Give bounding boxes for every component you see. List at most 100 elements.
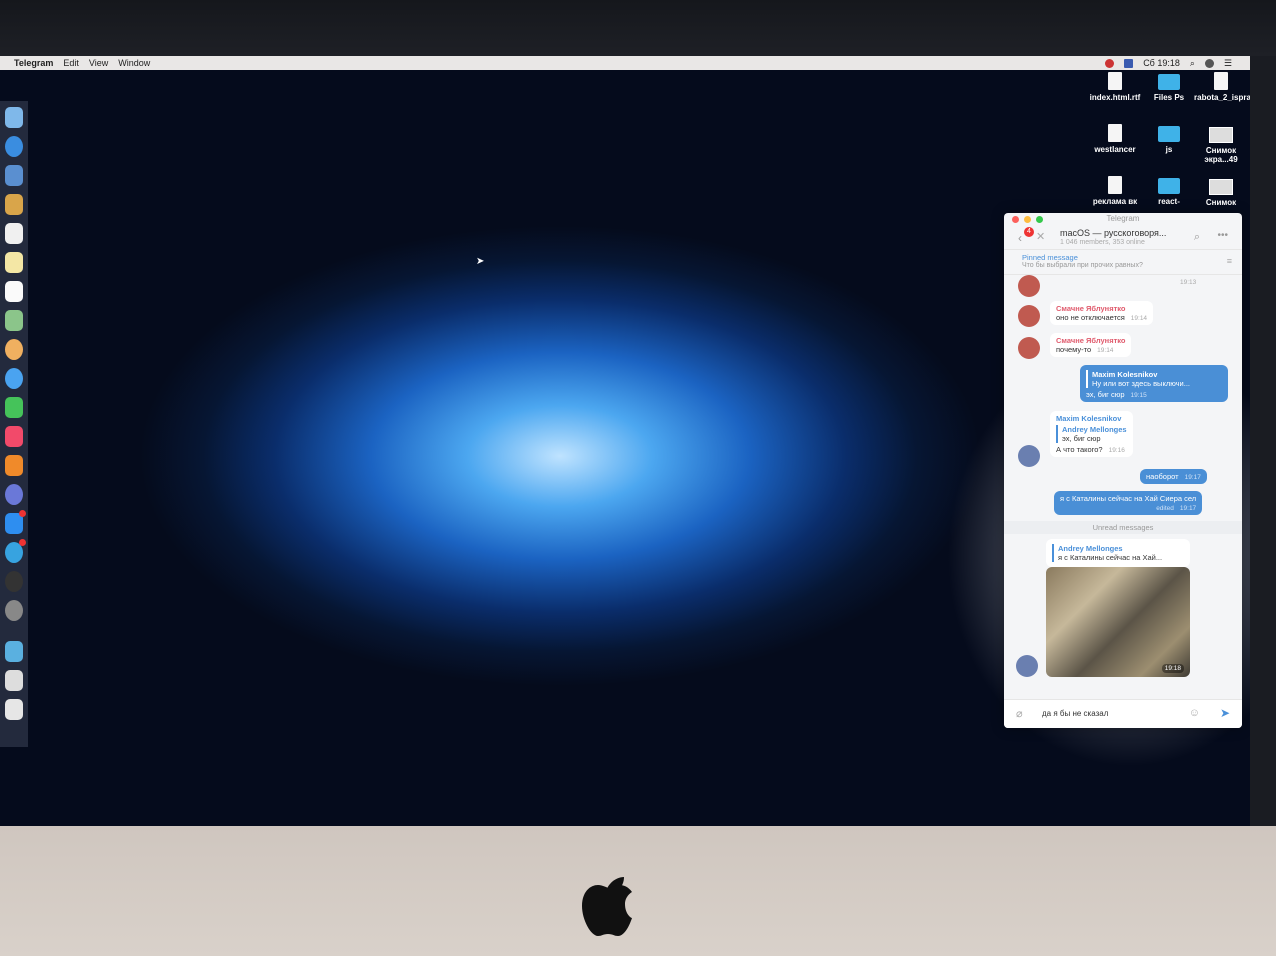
pinned-list-icon[interactable]: ≡ — [1227, 256, 1232, 266]
message-bubble[interactable]: Смачне Яблунятко почему-то 19:14 — [1050, 333, 1132, 357]
desktop-icon-reklama[interactable]: реклама вк — [1088, 176, 1142, 206]
clock[interactable]: Сб 19:18 — [1143, 58, 1180, 68]
screenshot-thumbnail-icon — [1209, 179, 1233, 195]
telegram-icon[interactable] — [5, 539, 26, 563]
spotlight-icon[interactable]: ⌕ — [1190, 58, 1195, 69]
avatar[interactable] — [1016, 655, 1038, 677]
facetime-icon[interactable] — [5, 397, 23, 418]
telegram-badge — [19, 539, 26, 546]
send-icon[interactable]: ➤ — [1220, 706, 1230, 720]
desktop-icon-react[interactable]: react- — [1142, 176, 1196, 206]
desktop-icon-westlancer[interactable]: westlancer — [1088, 124, 1142, 154]
finder-icon[interactable] — [5, 107, 23, 128]
chat-header: ‹ 4 ✕ macOS — русскоговоря... 1 046 memb… — [1004, 225, 1242, 250]
notification-center-icon[interactable]: ☰ — [1224, 58, 1232, 69]
books-icon[interactable] — [5, 455, 23, 476]
desktop-icon-label: rabota_2_ispravl...pg — [1194, 93, 1250, 102]
menu-app-name[interactable]: Telegram — [14, 58, 53, 68]
window-title: Telegram — [1106, 214, 1140, 223]
message-time: 19:17 — [1184, 474, 1201, 481]
avatar[interactable] — [1018, 275, 1040, 297]
quote-name: Andrey Mellonges — [1062, 425, 1127, 434]
more-options-icon[interactable]: ••• — [1217, 230, 1228, 241]
system-preferences-icon[interactable] — [5, 600, 23, 621]
desktop-icon-files-ps[interactable]: Files Ps — [1142, 72, 1196, 102]
input-source-icon[interactable] — [1124, 58, 1134, 68]
photo-message[interactable]: 19:18 — [1046, 567, 1190, 677]
menu-window[interactable]: Window — [118, 58, 150, 68]
message-input[interactable]: да я бы не сказал — [1042, 709, 1108, 718]
close-window-button[interactable] — [1012, 216, 1019, 223]
reply-quote[interactable]: Maxim Kolesnikov Ну или вот здесь выключ… — [1086, 370, 1222, 388]
close-icon[interactable]: ✕ — [1036, 230, 1045, 243]
discord-icon[interactable] — [5, 484, 23, 505]
desktop-icon-screenshot-1[interactable]: Снимок экра...49 — [1194, 124, 1248, 164]
desktop-icon-label: Files Ps — [1153, 93, 1185, 102]
status-icon[interactable] — [1105, 58, 1115, 68]
desktop-screen: Telegram Edit View Window Сб 19:18 ⌕ ☰ i… — [0, 56, 1250, 826]
avatar[interactable] — [1018, 445, 1040, 467]
calendar-icon[interactable] — [5, 223, 23, 244]
desktop-icon-js[interactable]: js — [1142, 124, 1196, 154]
monitor-bezel-top — [0, 0, 1276, 56]
folder-icon — [1158, 178, 1180, 194]
preview-icon[interactable] — [5, 165, 23, 186]
unread-count-badge: 4 — [1024, 227, 1034, 237]
search-icon[interactable]: ⌕ — [1194, 231, 1200, 244]
message-bubble-outgoing[interactable]: наоборот 19:17 — [1140, 469, 1207, 484]
maps-icon[interactable] — [5, 310, 23, 331]
message-bubble[interactable]: Maxim Kolesnikov Andrey Mellonges эх, би… — [1050, 411, 1133, 457]
message-bubble-outgoing[interactable]: Maxim Kolesnikov Ну или вот здесь выключ… — [1080, 365, 1228, 402]
message-bubble[interactable]: Andrey Mellonges я с Каталины сейчас на … — [1046, 539, 1190, 567]
app-store-badge — [19, 510, 26, 517]
reply-quote[interactable]: Andrey Mellonges эх, биг сюр — [1056, 425, 1127, 443]
attach-icon[interactable]: ⌀ — [1016, 707, 1023, 720]
message-bubble[interactable]: 19:13 — [1174, 277, 1196, 286]
menu-edit[interactable]: Edit — [63, 58, 79, 68]
quote-text: я с Каталины сейчас на Хай... — [1058, 553, 1163, 562]
notes-icon[interactable] — [5, 252, 23, 273]
folder-icon[interactable] — [5, 194, 23, 215]
chat-title[interactable]: macOS — русскоговоря... — [1060, 228, 1166, 238]
siri-icon[interactable] — [1204, 58, 1214, 68]
quote-text: эх, биг сюр — [1062, 434, 1101, 443]
compass-icon[interactable] — [5, 571, 23, 592]
sender-name: Смачне Яблунятко — [1056, 336, 1126, 345]
message-bubble[interactable]: Смачне Яблунятко оно не отключается 19:14 — [1050, 301, 1154, 325]
reply-quote[interactable]: Andrey Mellonges я с Каталины сейчас на … — [1052, 544, 1184, 562]
emoji-icon[interactable]: ☺ — [1189, 707, 1200, 719]
app-store-icon[interactable] — [5, 510, 26, 534]
messages-icon[interactable] — [5, 368, 23, 389]
message-bubble-outgoing[interactable]: я с Каталины сейчас на Хай Сиерa сел edi… — [1054, 491, 1203, 515]
back-arrow-icon[interactable]: ‹ — [1018, 231, 1022, 245]
safari-icon[interactable] — [5, 136, 23, 157]
desktop-icon-rabota[interactable]: rabota_2_ispravl...pg — [1194, 72, 1250, 102]
screenshot-thumbnail-icon — [1209, 127, 1233, 143]
quote-name: Maxim Kolesnikov — [1092, 370, 1158, 379]
photos-icon[interactable] — [5, 339, 23, 360]
desktop-icon-index-rtf[interactable]: index.html.rtf — [1088, 72, 1142, 102]
minimize-window-button[interactable] — [1024, 216, 1031, 223]
avatar[interactable] — [1018, 337, 1040, 359]
desktop-icon-label: реклама вк — [1092, 197, 1138, 206]
avatar[interactable] — [1018, 305, 1040, 327]
message-text: наоборот — [1146, 472, 1179, 481]
unread-messages-divider: Unread messages — [1004, 521, 1242, 534]
downloads-folder-icon[interactable] — [5, 641, 23, 662]
pinned-message-bar[interactable]: Pinned message Что бы выбрали при прочих… — [1004, 250, 1242, 275]
apple-logo-icon — [582, 877, 632, 936]
music-icon[interactable] — [5, 426, 23, 447]
message-text: я с Каталины сейчас на Хай Сиерa сел — [1060, 494, 1197, 503]
message-list[interactable]: 19:13 Смачне Яблунятко оно не отключаетс… — [1004, 275, 1242, 695]
pinned-label: Pinned message — [1022, 253, 1078, 262]
trash-icon[interactable] — [5, 699, 23, 720]
desktop-icon-label: index.html.rtf — [1089, 93, 1141, 102]
screenshots-stack-icon[interactable] — [5, 670, 23, 691]
menu-view[interactable]: View — [89, 58, 108, 68]
zoom-window-button[interactable] — [1036, 216, 1043, 223]
edited-label: edited — [1156, 505, 1174, 512]
message-text: оно не отключается — [1056, 313, 1125, 322]
desktop-icon-screenshot-2[interactable]: Снимок — [1194, 176, 1248, 207]
file-icon — [1108, 176, 1122, 194]
reminders-icon[interactable] — [5, 281, 23, 302]
